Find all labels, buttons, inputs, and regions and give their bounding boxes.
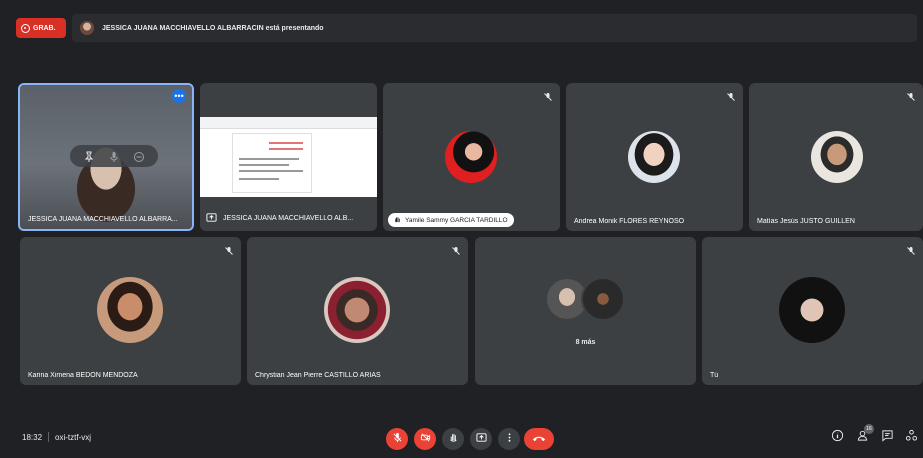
avatar xyxy=(628,131,680,183)
more-vert-icon xyxy=(504,430,515,448)
tile-self[interactable]: Tú xyxy=(702,237,923,385)
tile-hover-controls xyxy=(70,145,158,167)
mic-off-icon xyxy=(543,89,553,101)
tile-main-video[interactable]: ••• JESSICA JUANA MACCHIAVELLO ALBARRA..… xyxy=(18,83,194,231)
recording-label: GRAB. xyxy=(33,24,56,32)
avatar xyxy=(811,131,863,183)
meeting-info: 18:32 oxi-tztf-vxj xyxy=(22,432,91,442)
doc-toolbar xyxy=(200,117,377,129)
participant-name: Yamile Sammy GARCIA TARDILLO xyxy=(405,216,508,224)
participant-name: JESSICA JUANA MACCHIAVELLO ALBARRA... xyxy=(28,216,178,223)
avatar xyxy=(581,277,625,321)
present-screen-button[interactable] xyxy=(470,428,492,450)
raise-hand-button[interactable] xyxy=(442,428,464,450)
mic-off-icon xyxy=(451,243,461,255)
speaking-name-pill: Yamile Sammy GARCIA TARDILLO xyxy=(388,213,514,227)
hang-up-icon xyxy=(532,430,546,448)
presenting-banner: JESSICA JUANA MACCHIAVELLO ALBARRACIN es… xyxy=(72,14,917,42)
avatar xyxy=(445,131,497,183)
avatar xyxy=(97,277,163,343)
camera-off-icon xyxy=(420,430,431,448)
meeting-code: oxi-tztf-vxj xyxy=(55,432,92,442)
presenter-avatar xyxy=(80,21,94,35)
hand-icon xyxy=(448,430,459,448)
present-screen-icon xyxy=(206,212,217,225)
activities-button[interactable] xyxy=(903,429,919,447)
hand-icon xyxy=(394,216,401,225)
recording-indicator[interactable]: GRAB. xyxy=(16,18,66,38)
activities-icon xyxy=(905,429,918,447)
info-icon xyxy=(831,429,844,447)
tile-presentation[interactable]: JESSICA JUANA MACCHIAVELLO ALB... xyxy=(200,83,377,231)
participant-name: JESSICA JUANA MACCHIAVELLO ALB... xyxy=(223,215,354,222)
record-icon xyxy=(21,23,30,33)
bottom-bar: 18:32 oxi-tztf-vxj 16 xyxy=(0,418,923,458)
participants-button[interactable]: 16 xyxy=(854,424,874,446)
chat-button[interactable] xyxy=(879,430,895,446)
avatar xyxy=(324,277,390,343)
tile-chrystian[interactable]: Chrystian Jean Pierre CASTILLO ARIAS xyxy=(247,237,468,385)
tile-andrea[interactable]: Andrea Monik FLORES REYNOSO xyxy=(566,83,743,231)
participant-name: Matías Jesús JUSTO GUILLÉN xyxy=(757,218,855,225)
tile-matias[interactable]: Matías Jesús JUSTO GUILLÉN xyxy=(749,83,923,231)
mic-icon[interactable] xyxy=(108,150,120,162)
presenting-text: JESSICA JUANA MACCHIAVELLO ALBARRACIN es… xyxy=(102,24,324,32)
mic-off-icon xyxy=(726,89,736,101)
tile-karina[interactable]: Karina Ximena BEDÓN MENDOZA xyxy=(20,237,241,385)
meeting-details-button[interactable] xyxy=(829,429,845,447)
mic-off-icon xyxy=(392,430,403,448)
tile-yamile[interactable]: Yamile Sammy GARCIA TARDILLO xyxy=(383,83,560,231)
pin-icon[interactable] xyxy=(83,150,95,162)
doc-page xyxy=(232,133,312,193)
shared-screen-thumbnail xyxy=(200,117,377,197)
more-options-button[interactable] xyxy=(498,428,520,450)
mic-off-icon xyxy=(906,89,916,101)
avatar xyxy=(779,277,845,343)
current-time: 18:32 xyxy=(22,432,43,442)
presentation-label: JESSICA JUANA MACCHIAVELLO ALB... xyxy=(206,212,353,225)
present-screen-icon xyxy=(475,430,487,448)
more-options-icon[interactable]: ••• xyxy=(172,89,186,103)
more-participants-count: 8 más xyxy=(575,339,596,346)
microphone-toggle-button[interactable] xyxy=(386,428,408,450)
top-bar: GRAB. JESSICA JUANA MACCHIAVELLO ALBARRA… xyxy=(14,14,917,42)
participant-name: Andrea Monik FLORES REYNOSO xyxy=(574,218,685,225)
mic-off-icon xyxy=(224,243,234,255)
mic-off-icon xyxy=(906,243,916,255)
remove-icon[interactable] xyxy=(133,150,145,162)
tile-more-participants[interactable]: 8 más xyxy=(475,237,696,385)
participants-count-badge: 16 xyxy=(864,424,874,434)
participant-name: Karina Ximena BEDÓN MENDOZA xyxy=(28,372,138,379)
divider xyxy=(48,432,50,442)
chat-icon xyxy=(881,429,894,447)
camera-toggle-button[interactable] xyxy=(414,428,436,450)
leave-call-button[interactable] xyxy=(524,428,554,450)
participant-name: Tú xyxy=(710,372,719,379)
participant-name: Chrystian Jean Pierre CASTILLO ARIAS xyxy=(255,372,381,379)
